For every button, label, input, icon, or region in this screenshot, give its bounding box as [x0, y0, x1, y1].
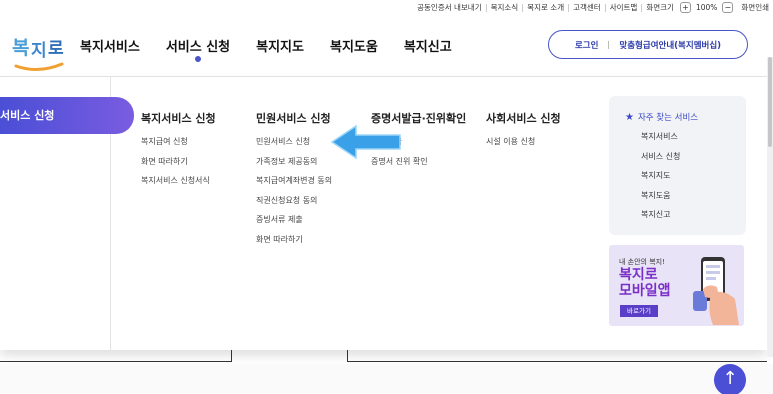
- svg-text:지: 지: [31, 41, 47, 61]
- favorite-link[interactable]: 복지서비스: [641, 131, 680, 151]
- banner-go-button[interactable]: 바로가기: [620, 305, 658, 317]
- util-link-news[interactable]: 복지소식: [485, 3, 523, 12]
- favorite-link[interactable]: 복지지도: [641, 170, 680, 190]
- utility-bar: 공동인증서 내보내기 복지소식 복지로 소개 고객센터 사이트맵 화면크기 + …: [0, 0, 773, 16]
- active-menu-tab[interactable]: 서비스 신청: [0, 97, 134, 134]
- menu-col-social-service: 사회서비스 신청 시설 이용 신청: [486, 110, 561, 156]
- nav-service-apply[interactable]: 서비스 신청: [166, 36, 230, 62]
- zoom-in-button[interactable]: +: [679, 2, 691, 13]
- menu-link[interactable]: 화면 따라하기: [141, 156, 216, 176]
- content-box-right: [347, 350, 767, 362]
- login-pill: 로그인 맞춤형급여안내(복지멤버십): [548, 30, 748, 59]
- zoom-out-button[interactable]: −: [722, 2, 734, 13]
- print-button[interactable]: 화면인쇄: [735, 2, 769, 13]
- logo-mark: 복 지 로: [12, 37, 64, 71]
- nav-welfare-map[interactable]: 복지지도: [256, 36, 304, 55]
- vertical-scrollbar[interactable]: [767, 57, 773, 357]
- login-button[interactable]: 로그인: [575, 39, 598, 51]
- menu-col-civil-apply: 민원서비스 신청 민원서비스 신청 가족정보 제공동의 복지급여계좌변경 동의 …: [256, 110, 332, 253]
- menu-link[interactable]: 복지급여 신청: [141, 136, 216, 156]
- favorite-link[interactable]: 복지신고: [641, 209, 680, 229]
- mega-menu: 서비스 신청 복지서비스 신청 복지급여 신청 화면 따라하기 복지서비스 신청…: [0, 77, 767, 350]
- menu-link[interactable]: 가족정보 제공동의: [256, 156, 332, 176]
- star-icon: ★: [625, 111, 634, 123]
- favorite-link[interactable]: 서비스 신청: [641, 151, 680, 171]
- menu-link[interactable]: 증빙서류 제출: [256, 214, 332, 234]
- page-content-below: [0, 350, 773, 394]
- menu-link[interactable]: 복지급여계좌변경 동의: [256, 175, 332, 195]
- content-box-left: [0, 350, 232, 362]
- svg-text:로: 로: [48, 39, 64, 59]
- mobile-app-banner[interactable]: 내 손안의 복지! 복지로 모바일앱 바로가기: [609, 245, 744, 326]
- menu-col-title[interactable]: 민원서비스 신청: [256, 110, 332, 126]
- banner-subtitle: 내 손안의 복지!: [619, 258, 665, 266]
- menu-col-title[interactable]: 사회서비스 신청: [486, 110, 561, 126]
- main-nav: 복지서비스 서비스 신청 복지지도 복지도움 복지신고: [80, 36, 478, 62]
- benefit-info-button[interactable]: 맞춤형급여안내(복지멤버십): [619, 39, 721, 51]
- active-indicator-dot: [194, 56, 201, 62]
- zoom-value: 100%: [695, 3, 718, 12]
- util-link-sitemap[interactable]: 사이트맵: [604, 3, 642, 12]
- menu-link[interactable]: 복지서비스 신청서식: [141, 175, 216, 195]
- phone-hand-icon: [693, 257, 739, 325]
- favorite-services-box: ★ 자주 찾는 서비스 복지서비스 서비스 신청 복지지도 복지도움 복지신고: [609, 96, 746, 235]
- nav-welfare-service[interactable]: 복지서비스: [80, 36, 140, 55]
- site-logo[interactable]: 복 지 로: [12, 26, 68, 76]
- banner-title: 복지로 모바일앱: [619, 267, 671, 299]
- menu-link[interactable]: 화면 따라하기: [256, 234, 332, 254]
- login-separator: [608, 40, 610, 49]
- scrollbar-thumb[interactable]: [768, 57, 772, 147]
- utility-links: 공동인증서 내보내기 복지소식 복지로 소개 고객센터 사이트맵 화면크기 + …: [413, 2, 769, 13]
- svg-text:복: 복: [12, 37, 29, 59]
- content-background: [0, 364, 773, 394]
- nav-welfare-help[interactable]: 복지도움: [330, 36, 378, 55]
- scroll-to-top-button[interactable]: ↑: [714, 364, 746, 394]
- menu-link[interactable]: 민원서비스 신청: [256, 136, 332, 156]
- util-link-cert[interactable]: 공동인증서 내보내기: [413, 3, 485, 12]
- util-link-support[interactable]: 고객센터: [568, 3, 605, 12]
- pointer-arrow-icon: [330, 124, 401, 160]
- font-size-label: 화면크기: [641, 3, 678, 12]
- util-link-about[interactable]: 복지로 소개: [522, 3, 568, 12]
- menu-col-welfare-apply: 복지서비스 신청 복지급여 신청 화면 따라하기 복지서비스 신청서식: [141, 110, 216, 195]
- favorite-services-title: ★ 자주 찾는 서비스: [625, 111, 699, 124]
- menu-link[interactable]: 직권신청요청 동의: [256, 195, 332, 215]
- favorite-link[interactable]: 복지도움: [641, 190, 680, 210]
- nav-welfare-report[interactable]: 복지신고: [404, 36, 452, 55]
- menu-link[interactable]: 시설 이용 신청: [486, 136, 561, 156]
- menu-col-title[interactable]: 복지서비스 신청: [141, 110, 216, 126]
